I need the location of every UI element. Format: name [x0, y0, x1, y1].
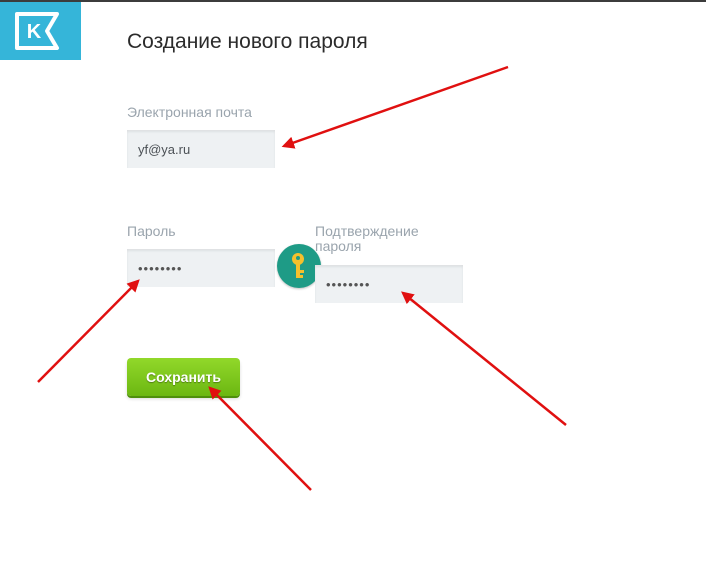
page-title: Создание нового пароля [127, 30, 368, 53]
confirm-label-line1: Подтверждение [315, 223, 419, 239]
arrow-to-password [37, 279, 140, 383]
save-button[interactable]: Сохранить [127, 358, 240, 396]
brand-logo-icon: K [15, 12, 59, 50]
top-border [0, 0, 706, 2]
password-label: Пароль [127, 223, 176, 239]
arrow-to-confirm [401, 291, 567, 426]
email-label: Электронная почта [127, 104, 252, 120]
arrow-to-save [208, 386, 312, 491]
email-field[interactable] [127, 130, 275, 168]
confirm-password-field[interactable] [315, 265, 463, 303]
password-field[interactable] [127, 249, 275, 287]
brand-logo[interactable]: K [0, 2, 81, 60]
confirm-label-line2: пароля [315, 238, 362, 254]
logo-letter: K [27, 21, 42, 43]
arrow-to-email [281, 65, 509, 149]
confirm-password-label: Подтверждение пароля [315, 224, 419, 254]
